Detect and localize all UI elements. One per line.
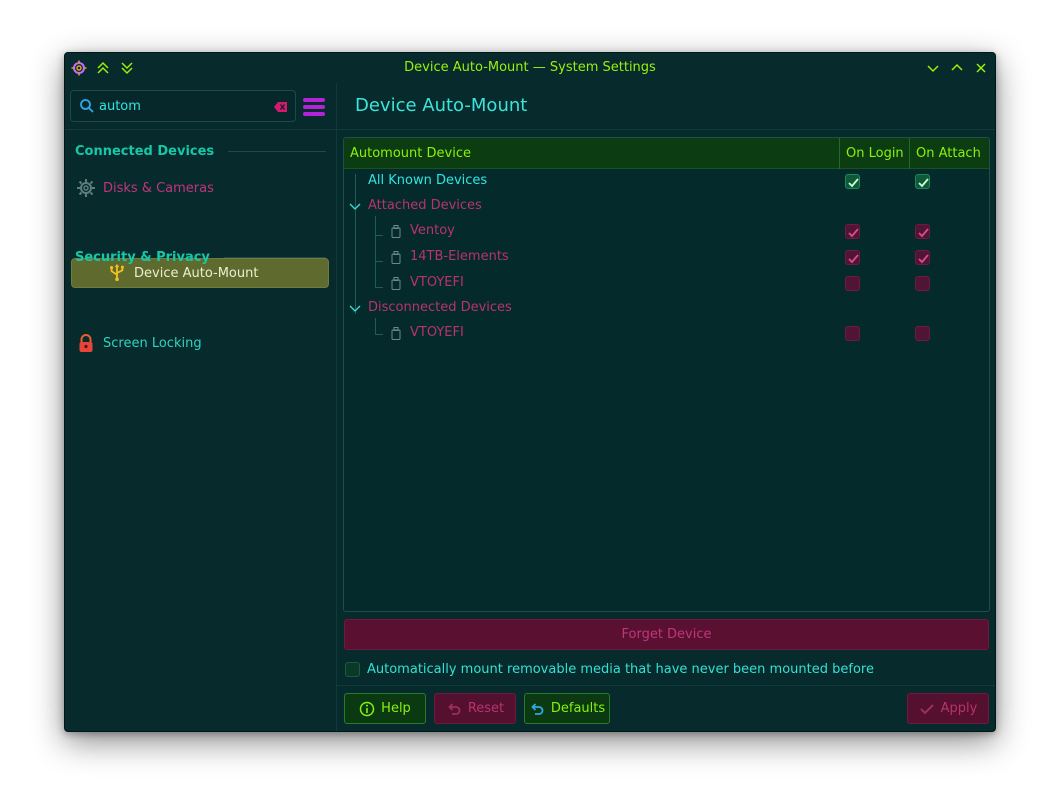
auto-mount-label: Automatically mount removable media that…: [367, 661, 874, 677]
table-row[interactable]: Attached Devices: [344, 194, 989, 219]
column-header-device[interactable]: Automount Device: [344, 138, 839, 169]
row-label: VTOYEFI: [410, 275, 464, 290]
table-row[interactable]: All Known Devices: [344, 169, 989, 194]
hamburger-menu-icon[interactable]: [303, 97, 325, 117]
column-header-on-login[interactable]: On Login: [839, 138, 909, 169]
usb-drive-icon: [391, 251, 401, 264]
table-row[interactable]: Disconnected Devices: [344, 296, 989, 321]
sidebar-header: autom: [65, 83, 336, 129]
sidebar-item-label: Device Auto-Mount: [134, 265, 259, 281]
title-bar: Device Auto-Mount — System Settings: [65, 53, 995, 83]
auto-mount-option[interactable]: Automatically mount removable media that…: [345, 660, 874, 678]
divider: [336, 83, 337, 731]
on-attach-checkbox[interactable]: [915, 174, 930, 189]
on-login-checkbox[interactable]: [845, 276, 860, 291]
on-login-checkbox[interactable]: [845, 224, 860, 239]
restore-defaults-icon: [531, 702, 544, 715]
gear-icon: [75, 177, 97, 199]
row-label: 14TB-Elements: [410, 249, 509, 264]
row-label: All Known Devices: [368, 173, 488, 188]
sidebar-item-disks-cameras[interactable]: Disks & Cameras: [71, 173, 329, 203]
row-label: Attached Devices: [368, 198, 482, 213]
undo-icon: [448, 702, 461, 715]
window-title: Device Auto-Mount — System Settings: [404, 60, 656, 75]
on-attach-checkbox[interactable]: [915, 326, 930, 341]
reset-button[interactable]: Reset: [434, 693, 516, 724]
row-label: VTOYEFI: [410, 325, 464, 340]
on-attach-checkbox[interactable]: [915, 224, 930, 239]
row-label: Disconnected Devices: [368, 300, 512, 315]
column-header-on-attach[interactable]: On Attach: [909, 138, 989, 169]
table-row[interactable]: Ventoy: [344, 219, 989, 244]
on-login-checkbox[interactable]: [845, 174, 860, 189]
checkmark-icon: [919, 703, 934, 714]
row-label: Ventoy: [410, 223, 455, 238]
search-input[interactable]: autom: [70, 90, 296, 122]
divider: [337, 685, 995, 686]
help-icon: [359, 701, 375, 716]
on-login-checkbox[interactable]: [845, 326, 860, 341]
chevron-down-icon[interactable]: [349, 203, 361, 211]
on-attach-checkbox[interactable]: [915, 276, 930, 291]
on-login-checkbox[interactable]: [845, 250, 860, 265]
usb-icon: [106, 262, 128, 284]
defaults-button[interactable]: Defaults: [524, 693, 610, 724]
auto-mount-checkbox[interactable]: [345, 661, 360, 677]
maximize-icon[interactable]: [947, 58, 967, 78]
table-row[interactable]: 14TB-Elements: [344, 245, 989, 270]
section-header-security-privacy: Security & Privacy: [75, 250, 326, 265]
chevron-down-icon[interactable]: [349, 305, 361, 313]
clear-search-icon[interactable]: [273, 99, 289, 115]
search-icon: [80, 99, 94, 113]
minimize-icon[interactable]: [923, 58, 943, 78]
usb-drive-icon: [391, 327, 401, 340]
close-icon[interactable]: [971, 58, 991, 78]
page-title: Device Auto-Mount: [355, 95, 528, 116]
section-header-connected-devices: Connected Devices: [75, 144, 326, 159]
sidebar-item-label: Screen Locking: [103, 335, 202, 351]
sidebar-item-screen-locking[interactable]: Screen Locking: [71, 328, 329, 358]
lock-icon: [75, 332, 97, 354]
apply-button[interactable]: Apply: [907, 693, 989, 724]
forget-device-button[interactable]: Forget Device: [344, 619, 989, 650]
usb-drive-icon: [391, 225, 401, 238]
usb-drive-icon: [391, 277, 401, 290]
on-attach-checkbox[interactable]: [915, 250, 930, 265]
settings-window: Device Auto-Mount — System Settings auto…: [64, 52, 996, 732]
table-row[interactable]: VTOYEFI: [344, 271, 989, 296]
sidebar-item-label: Disks & Cameras: [103, 180, 214, 196]
divider: [337, 129, 995, 130]
table-row[interactable]: VTOYEFI: [344, 321, 989, 346]
sidebar: Connected Devices Disks & Cameras Device…: [65, 130, 336, 731]
help-button[interactable]: Help: [344, 693, 426, 724]
device-tree-view[interactable]: Automount Device On Login On Attach All …: [343, 137, 990, 612]
table-header: Automount Device On Login On Attach: [344, 138, 989, 169]
search-text: autom: [99, 99, 141, 114]
